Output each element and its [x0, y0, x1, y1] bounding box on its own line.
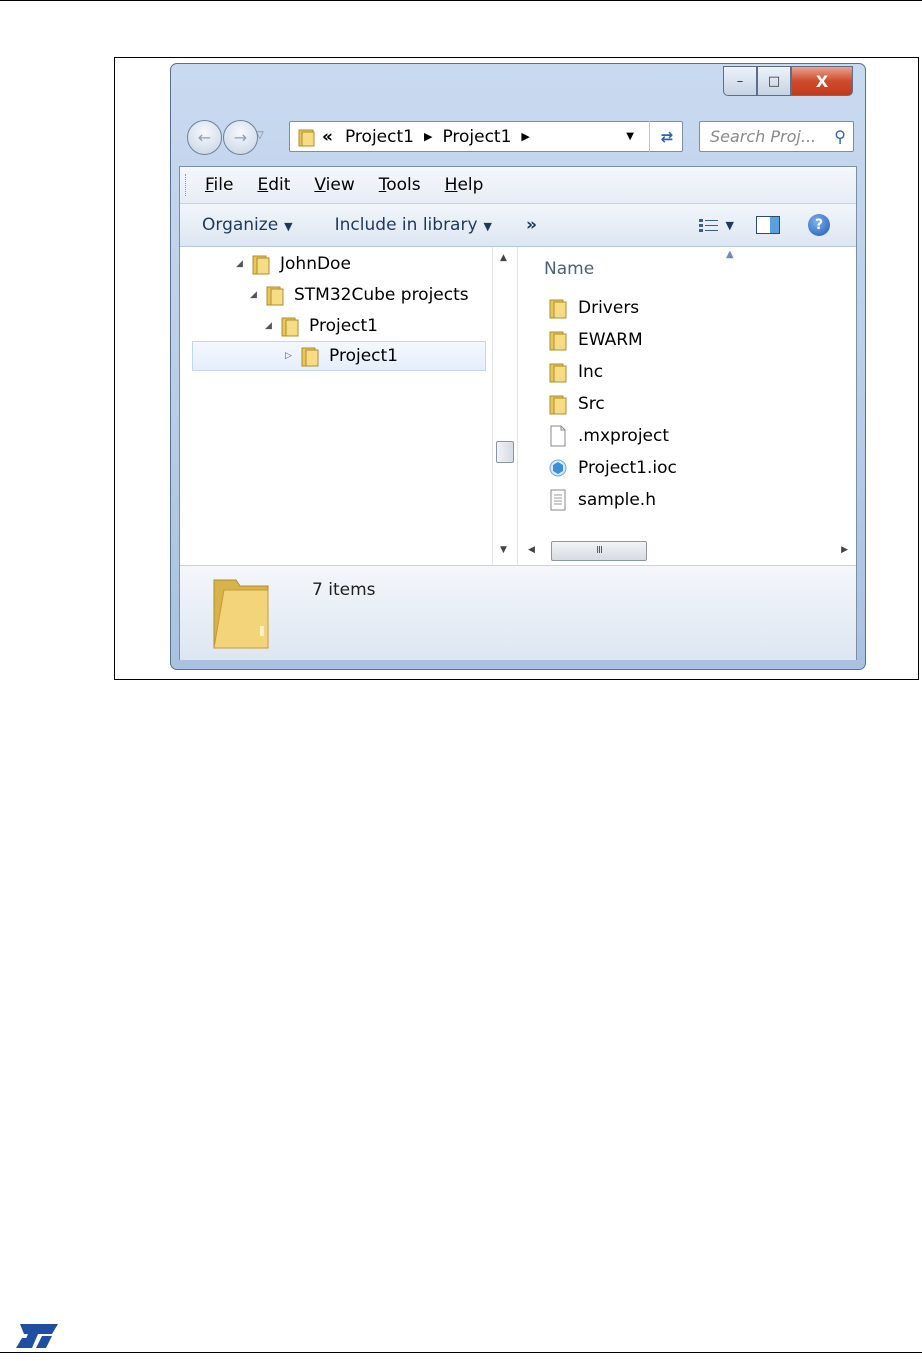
navigation-pane: ◢ JohnDoe ◢ STM32Cube projects ◢ Project…: [180, 247, 493, 565]
scroll-down-icon[interactable]: ▼: [500, 545, 507, 555]
scroll-up-icon[interactable]: ▲: [500, 253, 507, 263]
search-placeholder: Search Proj...: [710, 127, 817, 146]
menu-grip: [185, 174, 189, 196]
menu-help[interactable]: Help: [445, 175, 484, 195]
file-item-project1-ioc[interactable]: Project1.ioc: [548, 453, 677, 483]
file-name: Drivers: [578, 298, 640, 318]
folder-icon: [549, 395, 567, 415]
menu-tools[interactable]: Tools: [379, 175, 421, 195]
forward-button[interactable]: →: [223, 120, 258, 155]
column-header-name[interactable]: Name: [544, 259, 594, 279]
folder-icon: [549, 363, 567, 383]
help-icon[interactable]: ?: [808, 214, 830, 236]
preview-pane-icon[interactable]: [756, 216, 780, 234]
file-name: Project1.ioc: [578, 458, 677, 478]
caption-buttons: – □ X: [723, 66, 853, 98]
breadcrumb-separator-icon[interactable]: ▶: [424, 130, 432, 143]
search-input[interactable]: Search Proj... ⚲: [699, 121, 854, 152]
back-button[interactable]: ←: [187, 120, 222, 155]
scrollbar-thumb[interactable]: [496, 441, 514, 463]
tree-item-label: STM32Cube projects: [294, 285, 469, 305]
expanded-triangle-icon[interactable]: ◢: [265, 321, 281, 331]
file-name: .mxproject: [578, 426, 670, 446]
navigation-pane-scrollbar[interactable]: ▲ ▼: [492, 247, 518, 565]
folder-icon: [549, 299, 567, 319]
breadcrumb-overflow[interactable]: «: [322, 127, 333, 147]
refresh-button[interactable]: ⇄: [649, 121, 684, 152]
file-item-mxproject[interactable]: .mxproject: [548, 421, 669, 451]
back-arrow-icon: ←: [197, 128, 212, 147]
explorer-content: File Edit View Tools Help Organize ▼ Incl…: [179, 166, 857, 660]
tree-item-stm32cube-projects[interactable]: ◢ STM32Cube projects: [250, 280, 469, 310]
tree-item-project1-parent[interactable]: ◢ Project1: [265, 311, 378, 341]
menu-bar: File Edit View Tools Help: [180, 167, 856, 204]
file-list-horizontal-scrollbar[interactable]: ◀ III ▶: [518, 539, 856, 563]
change-view-icon[interactable]: [698, 217, 720, 233]
forward-arrow-icon: →: [233, 128, 248, 147]
tree-item-label: JohnDoe: [280, 254, 351, 274]
tree-item-johndoe[interactable]: ◢ JohnDoe: [236, 249, 351, 279]
command-bar: Organize ▼ Include in library ▼ » ▼ ?: [180, 204, 856, 247]
tree-item-label: Project1: [309, 316, 378, 336]
address-dropdown-icon[interactable]: ▼: [626, 131, 634, 142]
refresh-icon: ⇄: [660, 127, 674, 146]
file-item-sample-h[interactable]: sample.h: [548, 485, 656, 515]
ioc-file-icon: [549, 459, 567, 477]
menu-edit[interactable]: Edit: [257, 175, 290, 195]
file-name: Inc: [578, 362, 604, 382]
page-bottom-rule: [0, 1352, 922, 1353]
folder-icon: [301, 347, 319, 367]
folder-icon: [252, 255, 270, 275]
scrollbar-thumb[interactable]: III: [551, 541, 647, 561]
more-commands-button[interactable]: »: [526, 215, 537, 235]
breadcrumb-separator-icon[interactable]: ▶: [521, 130, 529, 143]
chevron-down-icon: ▼: [284, 220, 293, 233]
file-name: sample.h: [578, 490, 656, 510]
text-file-icon: [550, 489, 566, 511]
folder-icon: [266, 286, 284, 306]
breadcrumb-project1[interactable]: Project1: [442, 127, 511, 147]
address-bar[interactable]: « Project1 ▶ Project1 ▶ ▼: [289, 121, 683, 152]
menu-file[interactable]: File: [205, 175, 233, 195]
minimize-button[interactable]: –: [723, 66, 757, 96]
st-logo-icon: [16, 1324, 58, 1348]
close-button[interactable]: X: [791, 66, 853, 96]
file-item-ewarm[interactable]: EWARM: [548, 325, 643, 355]
details-pane: 7 items: [180, 565, 856, 660]
collapsed-triangle-icon[interactable]: ▷: [285, 351, 301, 361]
folder-icon: [549, 331, 567, 351]
include-in-library-button[interactable]: Include in library ▼: [335, 215, 492, 235]
explorer-window: – □ X ← → ▽ « Project1 ▶ Project1 ▶ ▼ ⇄ …: [170, 63, 866, 670]
file-item-src[interactable]: Src: [548, 389, 605, 419]
folder-icon: [281, 317, 299, 337]
breadcrumb-project1-parent[interactable]: Project1: [345, 127, 414, 147]
sort-ascending-icon: ▲: [726, 249, 734, 260]
file-name: Src: [578, 394, 605, 414]
recent-pages-dropdown[interactable]: ▽: [256, 130, 264, 141]
expanded-triangle-icon[interactable]: ◢: [236, 259, 252, 269]
scroll-left-icon[interactable]: ◀: [528, 545, 535, 555]
page-top-rule: [0, 0, 922, 1]
file-name: EWARM: [578, 330, 643, 350]
maximize-button[interactable]: □: [757, 66, 791, 96]
blank-file-icon: [550, 425, 566, 447]
tree-item-project1-selected[interactable]: ▷ Project1: [192, 341, 486, 371]
search-icon[interactable]: ⚲: [834, 127, 846, 146]
item-count: 7 items: [312, 580, 376, 600]
scroll-right-icon[interactable]: ▶: [841, 545, 848, 555]
folder-large-icon: [213, 579, 269, 649]
file-list: ▲ Name Drivers EWARM Inc Src .mxproject: [518, 247, 856, 565]
expanded-triangle-icon[interactable]: ◢: [250, 290, 266, 300]
folder-icon: [298, 129, 315, 146]
menu-view[interactable]: View: [314, 175, 354, 195]
organize-button[interactable]: Organize ▼: [202, 215, 293, 235]
tree-item-label: Project1: [329, 346, 398, 366]
file-item-inc[interactable]: Inc: [548, 357, 603, 387]
view-options-chevron-icon[interactable]: ▼: [726, 219, 734, 232]
chevron-down-icon: ▼: [483, 220, 492, 233]
file-item-drivers[interactable]: Drivers: [548, 293, 639, 323]
